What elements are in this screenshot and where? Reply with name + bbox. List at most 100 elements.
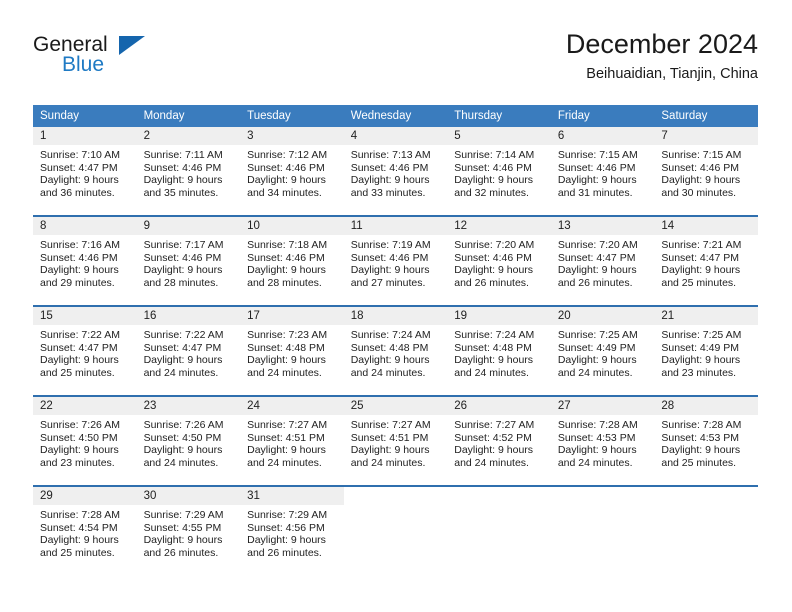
day-cell[interactable]: 17 Sunrise: 7:23 AM Sunset: 4:48 PM Dayligh… (240, 305, 344, 396)
weekday-header-sunday: Sunday (33, 105, 137, 127)
sunrise-text: Sunrise: 7:13 AM (350, 149, 431, 161)
day-cell[interactable]: 20 Sunrise: 7:25 AM Sunset: 4:49 PM Dayligh… (550, 305, 655, 396)
day-info: Sunrise: 7:27 AM Sunset: 4:51 PM Daylight:… (240, 415, 344, 469)
sunset-text: Sunset: 4:51 PM (247, 431, 325, 444)
daylight-text-line1: Daylight: 9 hours (454, 444, 534, 457)
logo-triangle-icon (119, 36, 145, 55)
daylight-text-line1: Daylight: 9 hours (557, 444, 637, 457)
day-number: 22 (33, 397, 137, 415)
day-cell[interactable]: 16 Sunrise: 7:22 AM Sunset: 4:47 PM Dayligh… (136, 305, 241, 396)
daylight-text-line1: Daylight: 9 hours (40, 174, 119, 187)
day-cell[interactable]: 30 Sunrise: 7:29 AM Sunset: 4:55 PM Dayligh… (136, 485, 241, 575)
title-block: December 2024 Beihuaidian, Tianjin, Chin… (566, 28, 758, 84)
day-number: 10 (240, 217, 344, 235)
day-cell[interactable]: 22 Sunrise: 7:26 AM Sunset: 4:50 PM Dayligh… (33, 395, 137, 486)
daylight-text-line1: Daylight: 9 hours (661, 444, 741, 457)
day-cell[interactable]: 3 Sunrise: 7:12 AM Sunset: 4:46 PM Daylight… (240, 127, 344, 216)
sunrise-text: Sunrise: 7:22 AM (40, 329, 120, 341)
weekday-header-saturday: Saturday (654, 105, 758, 127)
weekday-header-thursday: Thursday (447, 105, 551, 127)
daylight-text-line2: and 30 minutes. (661, 186, 737, 199)
day-number: 27 (550, 397, 655, 415)
sunset-text: Sunset: 4:46 PM (661, 161, 740, 174)
day-info: Sunrise: 7:13 AM Sunset: 4:46 PM Daylight:… (344, 145, 448, 199)
sunrise-text: Sunrise: 7:18 AM (247, 239, 328, 251)
daylight-text-line2: and 24 minutes. (247, 366, 322, 379)
day-number: 13 (550, 217, 655, 235)
daylight-text-line2: and 24 minutes. (143, 456, 219, 469)
daylight-text-line2: and 26 minutes. (454, 276, 529, 289)
day-cell[interactable]: 6 Sunrise: 7:15 AM Sunset: 4:46 PM Daylight… (550, 127, 655, 216)
day-cell[interactable]: 14 Sunrise: 7:21 AM Sunset: 4:47 PM Dayligh… (654, 215, 758, 306)
daylight-text-line1: Daylight: 9 hours (143, 174, 223, 187)
day-cell[interactable]: 2 Sunrise: 7:11 AM Sunset: 4:46 PM Daylight… (136, 127, 241, 216)
sunset-text: Sunset: 4:46 PM (247, 251, 325, 264)
calendar-grid: Sunday Monday Tuesday Wednesday Thursday… (33, 105, 758, 575)
day-number (551, 487, 655, 505)
daylight-text-line2: and 25 minutes. (661, 276, 737, 289)
day-cell[interactable]: 1 Sunrise: 7:10 AM Sunset: 4:47 PM Daylight… (33, 127, 137, 216)
day-cell[interactable]: 10 Sunrise: 7:18 AM Sunset: 4:46 PM Dayligh… (240, 215, 344, 306)
daylight-text-line1: Daylight: 9 hours (350, 444, 430, 457)
day-cell[interactable]: 4 Sunrise: 7:13 AM Sunset: 4:46 PM Daylight… (343, 127, 448, 216)
day-cell[interactable]: 31 Sunrise: 7:29 AM Sunset: 4:56 PM Dayligh… (240, 485, 344, 575)
daylight-text-line1: Daylight: 9 hours (557, 264, 637, 277)
day-cell[interactable]: 9 Sunrise: 7:17 AM Sunset: 4:46 PM Daylight… (136, 215, 241, 306)
sunset-text: Sunset: 4:49 PM (557, 341, 636, 354)
daylight-text-line1: Daylight: 9 hours (40, 444, 119, 457)
day-info: Sunrise: 7:28 AM Sunset: 4:54 PM Daylight:… (33, 505, 137, 559)
day-cell[interactable]: 19 Sunrise: 7:24 AM Sunset: 4:48 PM Dayligh… (447, 305, 551, 396)
weekday-header-friday: Friday (550, 105, 655, 127)
day-cell[interactable]: 11 Sunrise: 7:19 AM Sunset: 4:46 PM Dayligh… (343, 215, 448, 306)
weekday-header-monday: Monday (136, 105, 241, 127)
day-info: Sunrise: 7:22 AM Sunset: 4:47 PM Daylight:… (137, 325, 241, 379)
day-info: Sunrise: 7:28 AM Sunset: 4:53 PM Daylight:… (551, 415, 655, 469)
day-cell[interactable]: 28 Sunrise: 7:28 AM Sunset: 4:53 PM Dayligh… (654, 395, 758, 486)
daylight-text-line1: Daylight: 9 hours (143, 354, 223, 367)
day-info: Sunrise: 7:14 AM Sunset: 4:46 PM Daylight:… (447, 145, 551, 199)
day-info: Sunrise: 7:25 AM Sunset: 4:49 PM Daylight:… (551, 325, 655, 379)
day-cell[interactable]: 15 Sunrise: 7:22 AM Sunset: 4:47 PM Dayligh… (33, 305, 137, 396)
day-number: 12 (447, 217, 551, 235)
sunset-text: Sunset: 4:51 PM (350, 431, 429, 444)
sunrise-text: Sunrise: 7:29 AM (143, 509, 224, 521)
day-cell[interactable]: 13 Sunrise: 7:20 AM Sunset: 4:47 PM Dayligh… (550, 215, 655, 306)
sunrise-text: Sunrise: 7:25 AM (557, 329, 638, 341)
daylight-text-line1: Daylight: 9 hours (557, 174, 637, 187)
day-info: Sunrise: 7:27 AM Sunset: 4:52 PM Daylight:… (447, 415, 551, 469)
daylight-text-line2: and 26 minutes. (143, 546, 219, 559)
calendar-week-row: 15 Sunrise: 7:22 AM Sunset: 4:47 PM Dayligh… (33, 305, 758, 396)
sunrise-text: Sunrise: 7:29 AM (247, 509, 328, 521)
day-cell[interactable]: 5 Sunrise: 7:14 AM Sunset: 4:46 PM Daylight… (447, 127, 551, 216)
sunset-text: Sunset: 4:48 PM (247, 341, 325, 354)
daylight-text-line1: Daylight: 9 hours (247, 444, 326, 457)
day-cell[interactable]: 8 Sunrise: 7:16 AM Sunset: 4:46 PM Daylight… (33, 215, 137, 306)
day-number: 30 (136, 487, 241, 505)
day-cell[interactable]: 29 Sunrise: 7:28 AM Sunset: 4:54 PM Dayligh… (33, 485, 137, 575)
day-cell[interactable]: 18 Sunrise: 7:24 AM Sunset: 4:48 PM Dayligh… (343, 305, 448, 396)
day-cell[interactable]: 25 Sunrise: 7:27 AM Sunset: 4:51 PM Dayligh… (343, 395, 448, 486)
day-cell[interactable]: 26 Sunrise: 7:27 AM Sunset: 4:52 PM Dayligh… (447, 395, 551, 486)
day-number: 11 (343, 217, 448, 235)
day-cell[interactable]: 23 Sunrise: 7:26 AM Sunset: 4:50 PM Dayligh… (136, 395, 241, 486)
daylight-text-line2: and 26 minutes. (557, 276, 633, 289)
day-cell[interactable]: 27 Sunrise: 7:28 AM Sunset: 4:53 PM Dayligh… (550, 395, 655, 486)
day-info: Sunrise: 7:10 AM Sunset: 4:47 PM Daylight:… (33, 145, 137, 199)
day-cell[interactable]: 24 Sunrise: 7:27 AM Sunset: 4:51 PM Dayligh… (240, 395, 344, 486)
sunrise-text: Sunrise: 7:20 AM (454, 239, 535, 251)
page-header: General Blue December 2024 Beihuaidian, … (33, 28, 758, 98)
day-info: Sunrise: 7:18 AM Sunset: 4:46 PM Daylight:… (240, 235, 344, 289)
daylight-text-line2: and 28 minutes. (143, 276, 219, 289)
day-cell[interactable]: 12 Sunrise: 7:20 AM Sunset: 4:46 PM Dayligh… (447, 215, 551, 306)
day-cell[interactable]: 21 Sunrise: 7:25 AM Sunset: 4:49 PM Dayligh… (654, 305, 758, 396)
sunrise-text: Sunrise: 7:15 AM (661, 149, 742, 161)
sunset-text: Sunset: 4:48 PM (350, 341, 429, 354)
sunrise-text: Sunrise: 7:25 AM (661, 329, 742, 341)
daylight-text-line2: and 24 minutes. (350, 366, 426, 379)
calendar-week-row: 29 Sunrise: 7:28 AM Sunset: 4:54 PM Dayligh… (33, 485, 758, 575)
sunset-text: Sunset: 4:53 PM (661, 431, 740, 444)
sunrise-text: Sunrise: 7:19 AM (350, 239, 431, 251)
day-info: Sunrise: 7:19 AM Sunset: 4:46 PM Daylight:… (344, 235, 448, 289)
sunset-text: Sunset: 4:47 PM (143, 341, 222, 354)
day-cell[interactable]: 7 Sunrise: 7:15 AM Sunset: 4:46 PM Daylight… (654, 127, 758, 216)
